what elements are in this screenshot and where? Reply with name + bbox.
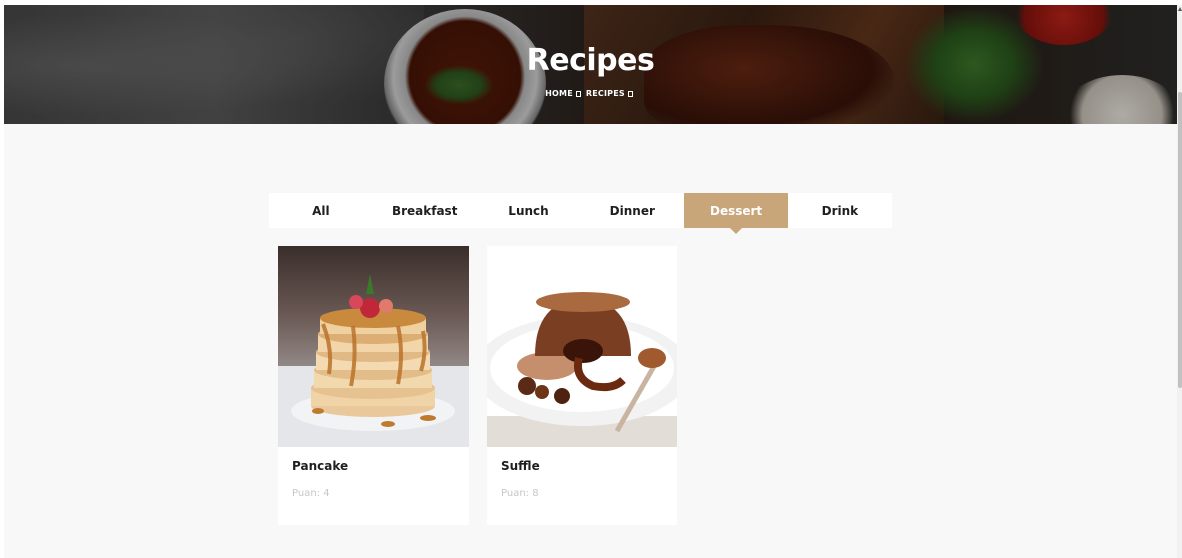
pancake-image[interactable] xyxy=(278,246,469,447)
hero-banner: Recipes HOME RECIPES xyxy=(4,5,1177,124)
category-tabs: All Breakfast Lunch Dinner Dessert Drink xyxy=(269,193,892,234)
souffle-image[interactable] xyxy=(487,246,677,447)
tab-lunch[interactable]: Lunch xyxy=(477,193,581,228)
breadcrumb: HOME RECIPES xyxy=(4,89,1177,98)
tab-all[interactable]: All xyxy=(269,193,373,228)
recipe-rating: Puan: 8 xyxy=(501,488,539,499)
breadcrumb-separator-icon xyxy=(627,91,633,97)
breadcrumb-current: RECIPES xyxy=(585,89,625,98)
tab-dinner[interactable]: Dinner xyxy=(580,193,684,228)
page-title: Recipes xyxy=(526,43,655,78)
recipe-title[interactable]: Pancake xyxy=(292,459,348,473)
tab-drink[interactable]: Drink xyxy=(788,193,892,228)
scroll-up-arrow-icon[interactable] xyxy=(1178,7,1182,11)
recipe-card[interactable]: Suffle Puan: 8 xyxy=(487,246,677,525)
tab-breakfast[interactable]: Breakfast xyxy=(373,193,477,228)
recipe-rating: Puan: 4 xyxy=(292,488,330,499)
breadcrumb-home-link[interactable]: HOME xyxy=(545,89,573,98)
tab-dessert[interactable]: Dessert xyxy=(684,193,788,234)
recipe-card[interactable]: Pancake Puan: 4 xyxy=(278,246,469,525)
scrollbar-thumb[interactable] xyxy=(1178,92,1182,388)
breadcrumb-separator-icon xyxy=(575,91,581,97)
recipe-title[interactable]: Suffle xyxy=(501,459,540,473)
